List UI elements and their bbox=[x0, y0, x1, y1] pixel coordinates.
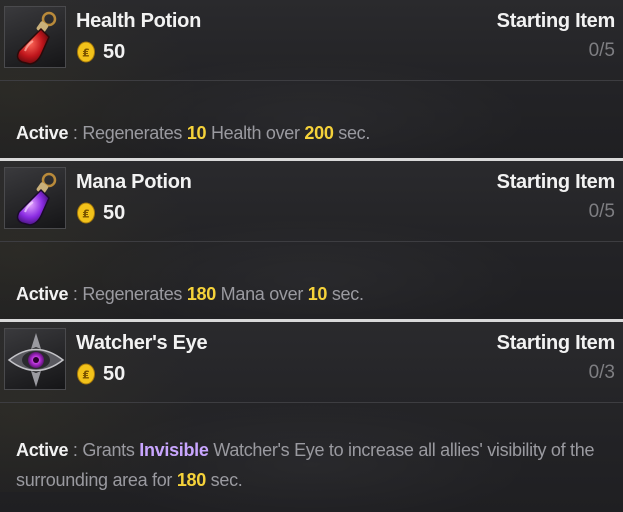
svg-text:₤: ₤ bbox=[82, 369, 90, 382]
highlight-number: 10 bbox=[307, 284, 328, 304]
item-category: Starting Item bbox=[496, 332, 616, 354]
coin-icon: ₤ bbox=[76, 202, 96, 224]
cost-value: 50 bbox=[103, 201, 126, 224]
item-category: Starting Item bbox=[496, 10, 616, 32]
item-cost: ₤ 50 bbox=[76, 362, 125, 386]
item-cost: ₤ 50 bbox=[76, 201, 125, 225]
highlight-number: 180 bbox=[176, 470, 206, 490]
item-card-watchers-eye[interactable]: Watcher's Eye ₤ 50 Starting Item 0/3 Act… bbox=[0, 322, 623, 512]
label-separator: : bbox=[68, 284, 83, 304]
description-text: Regenerates bbox=[82, 123, 187, 143]
description-text: sec. bbox=[333, 123, 371, 143]
highlight-number: 200 bbox=[304, 123, 334, 143]
item-description: Active : Grants Invisible Watcher's Eye … bbox=[16, 435, 601, 495]
card-divider bbox=[0, 80, 623, 81]
description-text: Mana over bbox=[215, 284, 308, 304]
svg-text:₤: ₤ bbox=[82, 47, 90, 60]
item-name: Watcher's Eye bbox=[76, 332, 208, 354]
item-card-health-potion[interactable]: Health Potion ₤ 50 Starting Item 0/5 Act… bbox=[0, 0, 623, 158]
highlight-number: 180 bbox=[186, 284, 216, 304]
cost-value: 50 bbox=[103, 362, 126, 385]
label-separator: : bbox=[68, 123, 83, 143]
item-description: Active : Regenerates 180 Mana over 10 se… bbox=[16, 279, 601, 309]
card-divider bbox=[0, 402, 623, 403]
item-stock: 0/5 bbox=[588, 201, 615, 222]
item-category: Starting Item bbox=[496, 171, 616, 193]
item-description: Active : Regenerates 10 Health over 200 … bbox=[16, 118, 601, 148]
item-cost: ₤ 50 bbox=[76, 40, 125, 64]
card-divider bbox=[0, 241, 623, 242]
mana-potion-icon bbox=[4, 167, 66, 229]
highlight-keyword: Invisible bbox=[139, 440, 209, 460]
description-text: Regenerates bbox=[82, 284, 187, 304]
item-card-mana-potion[interactable]: Mana Potion ₤ 50 Starting Item 0/5 Activ… bbox=[0, 161, 623, 319]
description-text: Grants bbox=[82, 440, 140, 460]
description-text: sec. bbox=[327, 284, 364, 304]
active-label: Active bbox=[16, 440, 69, 460]
coin-icon: ₤ bbox=[76, 41, 96, 63]
cost-value: 50 bbox=[103, 40, 126, 63]
svg-text:₤: ₤ bbox=[82, 208, 90, 221]
highlight-number: 10 bbox=[186, 123, 207, 143]
active-label: Active bbox=[16, 123, 69, 143]
description-text: Health over bbox=[206, 123, 305, 143]
label-separator: : bbox=[68, 440, 83, 460]
item-shop-list: Health Potion ₤ 50 Starting Item 0/5 Act… bbox=[0, 0, 623, 512]
watchers-eye-icon bbox=[4, 328, 66, 390]
item-name: Health Potion bbox=[76, 10, 201, 32]
item-stock: 0/5 bbox=[588, 40, 615, 61]
item-stock: 0/3 bbox=[588, 362, 615, 383]
item-name: Mana Potion bbox=[76, 171, 192, 193]
health-potion-icon bbox=[4, 6, 66, 68]
active-label: Active bbox=[16, 284, 69, 304]
coin-icon: ₤ bbox=[76, 363, 96, 385]
description-text: sec. bbox=[205, 470, 243, 490]
